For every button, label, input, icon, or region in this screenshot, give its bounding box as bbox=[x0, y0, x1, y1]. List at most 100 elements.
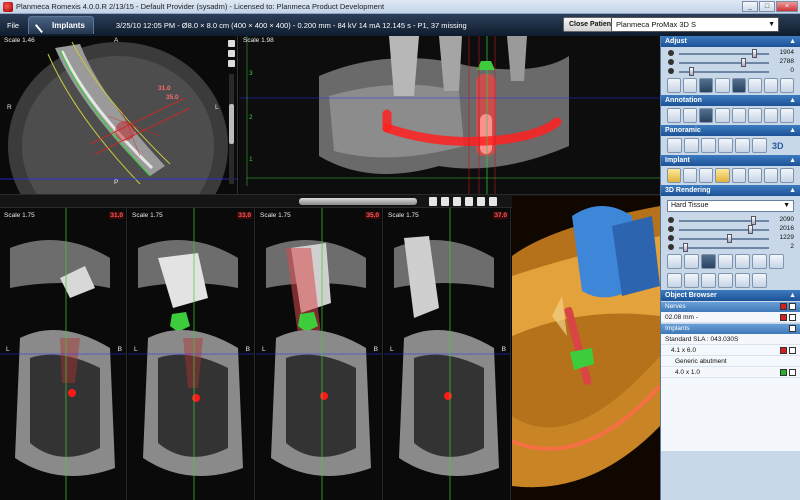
visibility-checkbox[interactable] bbox=[789, 369, 796, 376]
minimize-button[interactable]: _ bbox=[742, 1, 758, 12]
teeth-render-icon[interactable] bbox=[735, 273, 750, 288]
axial-scroll-thumb[interactable] bbox=[229, 104, 234, 144]
slice-tool-icon[interactable] bbox=[718, 138, 733, 153]
maximize-button[interactable]: □ bbox=[759, 1, 775, 12]
collapse-icon[interactable]: ▲ bbox=[789, 290, 796, 301]
palette-icon[interactable] bbox=[684, 273, 699, 288]
tooth-tool-icon[interactable] bbox=[735, 138, 750, 153]
cross-section-view-1[interactable]: Scale 1.75 31.0 L B bbox=[0, 208, 127, 500]
abutment-item[interactable]: Generic abutment bbox=[661, 356, 800, 367]
rotate-implant-icon[interactable] bbox=[699, 168, 714, 183]
object-browser-header[interactable]: Object Browser ▲ bbox=[661, 290, 800, 301]
layout-icon[interactable] bbox=[441, 197, 449, 206]
3d-button[interactable]: 3D bbox=[772, 141, 784, 151]
color-swatch[interactable] bbox=[780, 347, 787, 354]
box-icon[interactable] bbox=[735, 254, 750, 269]
ruler-icon[interactable] bbox=[453, 197, 461, 206]
add-implant-icon[interactable] bbox=[667, 168, 682, 183]
cube-icon[interactable] bbox=[752, 254, 767, 269]
reset-view-icon[interactable] bbox=[228, 60, 235, 67]
sharpen-slider[interactable]: 0 bbox=[665, 67, 796, 76]
tooth-icon[interactable] bbox=[763, 168, 778, 183]
slider-knob[interactable] bbox=[752, 49, 758, 58]
clip-icon[interactable] bbox=[667, 254, 682, 269]
slice-plane-icon[interactable] bbox=[701, 254, 716, 269]
crop-icon[interactable] bbox=[684, 254, 699, 269]
cross-section-view-2[interactable]: Scale 1.75 33.0 L B bbox=[128, 208, 255, 500]
abutment-icon[interactable] bbox=[731, 168, 746, 183]
rendering-slider[interactable]: 2090 bbox=[665, 216, 796, 225]
nerves-group[interactable]: Nerves bbox=[661, 302, 800, 312]
plane-icon[interactable] bbox=[718, 254, 733, 269]
panoramic-panel-header[interactable]: Panoramic ▲ bbox=[661, 125, 800, 136]
file-menu[interactable]: File bbox=[0, 21, 26, 30]
nerve-item[interactable]: 02.08 mm - bbox=[661, 312, 800, 323]
color-swatch[interactable] bbox=[780, 303, 787, 310]
visibility-checkbox[interactable] bbox=[789, 303, 796, 310]
abutment-size-item[interactable]: 4.0 x 1.0 bbox=[661, 367, 800, 378]
nerve-tool-icon[interactable] bbox=[701, 138, 716, 153]
camera-icon[interactable] bbox=[477, 197, 485, 206]
implant-item[interactable]: Standard SLA : 043.030S bbox=[661, 334, 800, 345]
text-tool-icon[interactable] bbox=[715, 108, 730, 123]
window-icon[interactable] bbox=[489, 197, 497, 206]
delete-tool-icon[interactable] bbox=[779, 108, 794, 123]
annotation-panel-header[interactable]: Annotation ▲ bbox=[661, 95, 800, 106]
scroll-thumb[interactable] bbox=[299, 198, 417, 205]
zoom-icon[interactable] bbox=[667, 78, 682, 93]
visibility-checkbox[interactable] bbox=[789, 314, 796, 321]
implant-library-icon[interactable] bbox=[715, 168, 730, 183]
collapse-icon[interactable]: ▲ bbox=[789, 36, 796, 47]
rendering-slider[interactable]: 1229 bbox=[665, 234, 796, 243]
slider-knob[interactable] bbox=[689, 67, 695, 76]
slider-knob[interactable] bbox=[727, 234, 733, 243]
brightness-slider[interactable]: 1904 bbox=[665, 49, 796, 58]
color-map-icon[interactable] bbox=[779, 78, 794, 93]
rendering-panel-header[interactable]: 3D Rendering ▲ bbox=[661, 185, 800, 196]
measure-icon[interactable] bbox=[715, 78, 730, 93]
collapse-icon[interactable]: ▲ bbox=[789, 155, 796, 166]
rendering-slider[interactable]: 2016 bbox=[665, 225, 796, 234]
invert-icon[interactable] bbox=[731, 78, 746, 93]
axial-view[interactable]: Scale 1.46 A P R L 31.0 35.0 bbox=[0, 36, 238, 194]
panoramic-view[interactable]: Scale 1.98 3 2 1 bbox=[239, 36, 660, 194]
cross-section-view-3[interactable]: Scale 1.75 35.0 L B bbox=[256, 208, 383, 500]
tab-implants[interactable]: Implants bbox=[28, 16, 94, 34]
eraser-tool-icon[interactable] bbox=[763, 108, 778, 123]
implants-group[interactable]: Implants bbox=[661, 324, 800, 334]
collapse-icon[interactable]: ▲ bbox=[789, 95, 796, 106]
angle-tool-icon[interactable] bbox=[683, 108, 698, 123]
maximize-view-icon[interactable] bbox=[228, 40, 235, 47]
jaw-icon[interactable] bbox=[718, 273, 733, 288]
slider-knob[interactable] bbox=[747, 225, 753, 234]
ruler-tool-icon[interactable] bbox=[667, 108, 682, 123]
implant-size-item[interactable]: 4.1 x 6.0 bbox=[661, 345, 800, 356]
filter-icon[interactable] bbox=[747, 78, 762, 93]
close-window-button[interactable]: × bbox=[776, 1, 798, 12]
draw-curve-icon[interactable] bbox=[667, 138, 682, 153]
color-swatch[interactable] bbox=[780, 314, 787, 321]
grid-icon[interactable] bbox=[752, 273, 767, 288]
axial-scrollbar[interactable] bbox=[229, 74, 234, 184]
device-select[interactable]: Planmeca ProMax 3D S ▼ bbox=[611, 17, 779, 32]
slider-knob[interactable] bbox=[740, 58, 746, 67]
visibility-checkbox[interactable] bbox=[789, 325, 796, 332]
diamond-icon[interactable] bbox=[769, 254, 784, 269]
teeth-tool-icon[interactable] bbox=[752, 138, 767, 153]
arrow-tool-icon[interactable] bbox=[731, 108, 746, 123]
screenshot-icon[interactable] bbox=[228, 50, 235, 57]
move-implant-icon[interactable] bbox=[683, 168, 698, 183]
rendering-mode-select[interactable]: Hard Tissue ▼ bbox=[667, 200, 794, 212]
teeth-icon[interactable] bbox=[465, 197, 473, 206]
implant-panel-header[interactable]: Implant ▲ bbox=[661, 155, 800, 166]
cross-section-view-4[interactable]: Scale 1.75 37.0 L B bbox=[384, 208, 511, 500]
skull-icon[interactable] bbox=[763, 78, 778, 93]
visibility-checkbox[interactable] bbox=[789, 347, 796, 354]
slider-knob[interactable] bbox=[683, 243, 689, 252]
collapse-icon[interactable]: ▲ bbox=[789, 125, 796, 136]
contrast-slider[interactable]: 2788 bbox=[665, 58, 796, 67]
lock-icon[interactable] bbox=[429, 197, 437, 206]
freehand-tool-icon[interactable] bbox=[747, 108, 762, 123]
pan-icon[interactable] bbox=[699, 78, 714, 93]
3d-rendering-view[interactable] bbox=[512, 196, 660, 500]
